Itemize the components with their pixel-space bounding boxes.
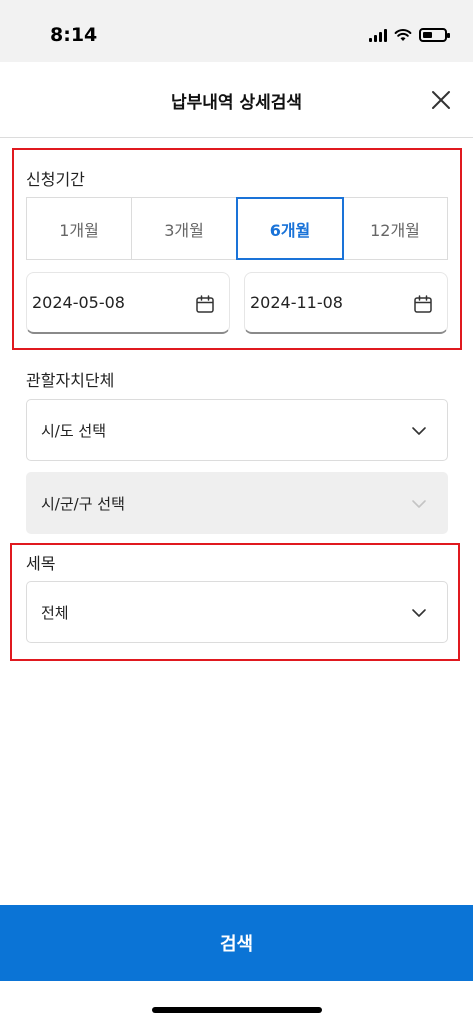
- search-button[interactable]: 검색: [0, 905, 473, 981]
- sheet-header: 납부내역 상세검색: [0, 62, 473, 138]
- tab-12-months[interactable]: 12개월: [343, 198, 447, 259]
- close-icon[interactable]: [429, 88, 453, 112]
- search-sheet: 납부내역 상세검색 신청기간 1개월 3개월 6개월 12개월 2024-05-…: [0, 62, 473, 1024]
- chevron-down-icon: [412, 609, 426, 617]
- application-period-label: 신청기간: [26, 170, 85, 189]
- tax-item-select[interactable]: 전체: [26, 581, 448, 643]
- end-date-value: 2024-11-08: [250, 293, 343, 312]
- start-date-value: 2024-05-08: [32, 293, 125, 312]
- signal-icon: [369, 28, 387, 42]
- period-tabs: 1개월 3개월 6개월 12개월: [26, 197, 448, 260]
- district-select-value: 시/군/구 선택: [41, 494, 125, 513]
- tax-item-select-value: 전체: [41, 603, 69, 622]
- chevron-down-icon: [412, 427, 426, 435]
- calendar-icon: [196, 295, 214, 313]
- chevron-down-icon: [412, 500, 426, 508]
- end-date-field[interactable]: 2024-11-08: [244, 272, 448, 334]
- province-select[interactable]: 시/도 선택: [26, 399, 448, 461]
- district-select: 시/군/구 선택: [26, 472, 448, 534]
- status-bar: 8:14: [0, 0, 473, 62]
- start-date-field[interactable]: 2024-05-08: [26, 272, 230, 334]
- battery-icon: [419, 28, 450, 42]
- home-indicator: [152, 1007, 322, 1013]
- status-icons: [369, 28, 450, 42]
- tab-3-months[interactable]: 3개월: [132, 198, 237, 259]
- wifi-icon: [394, 29, 412, 41]
- page-title: 납부내역 상세검색: [170, 93, 303, 113]
- tab-6-months[interactable]: 6개월: [236, 197, 344, 260]
- region-label: 관할자치단체: [26, 371, 115, 390]
- tax-item-label: 세목: [26, 554, 56, 573]
- province-select-value: 시/도 선택: [41, 421, 107, 440]
- status-time: 8:14: [50, 24, 98, 46]
- tab-1-month[interactable]: 1개월: [27, 198, 132, 259]
- calendar-icon: [414, 295, 432, 313]
